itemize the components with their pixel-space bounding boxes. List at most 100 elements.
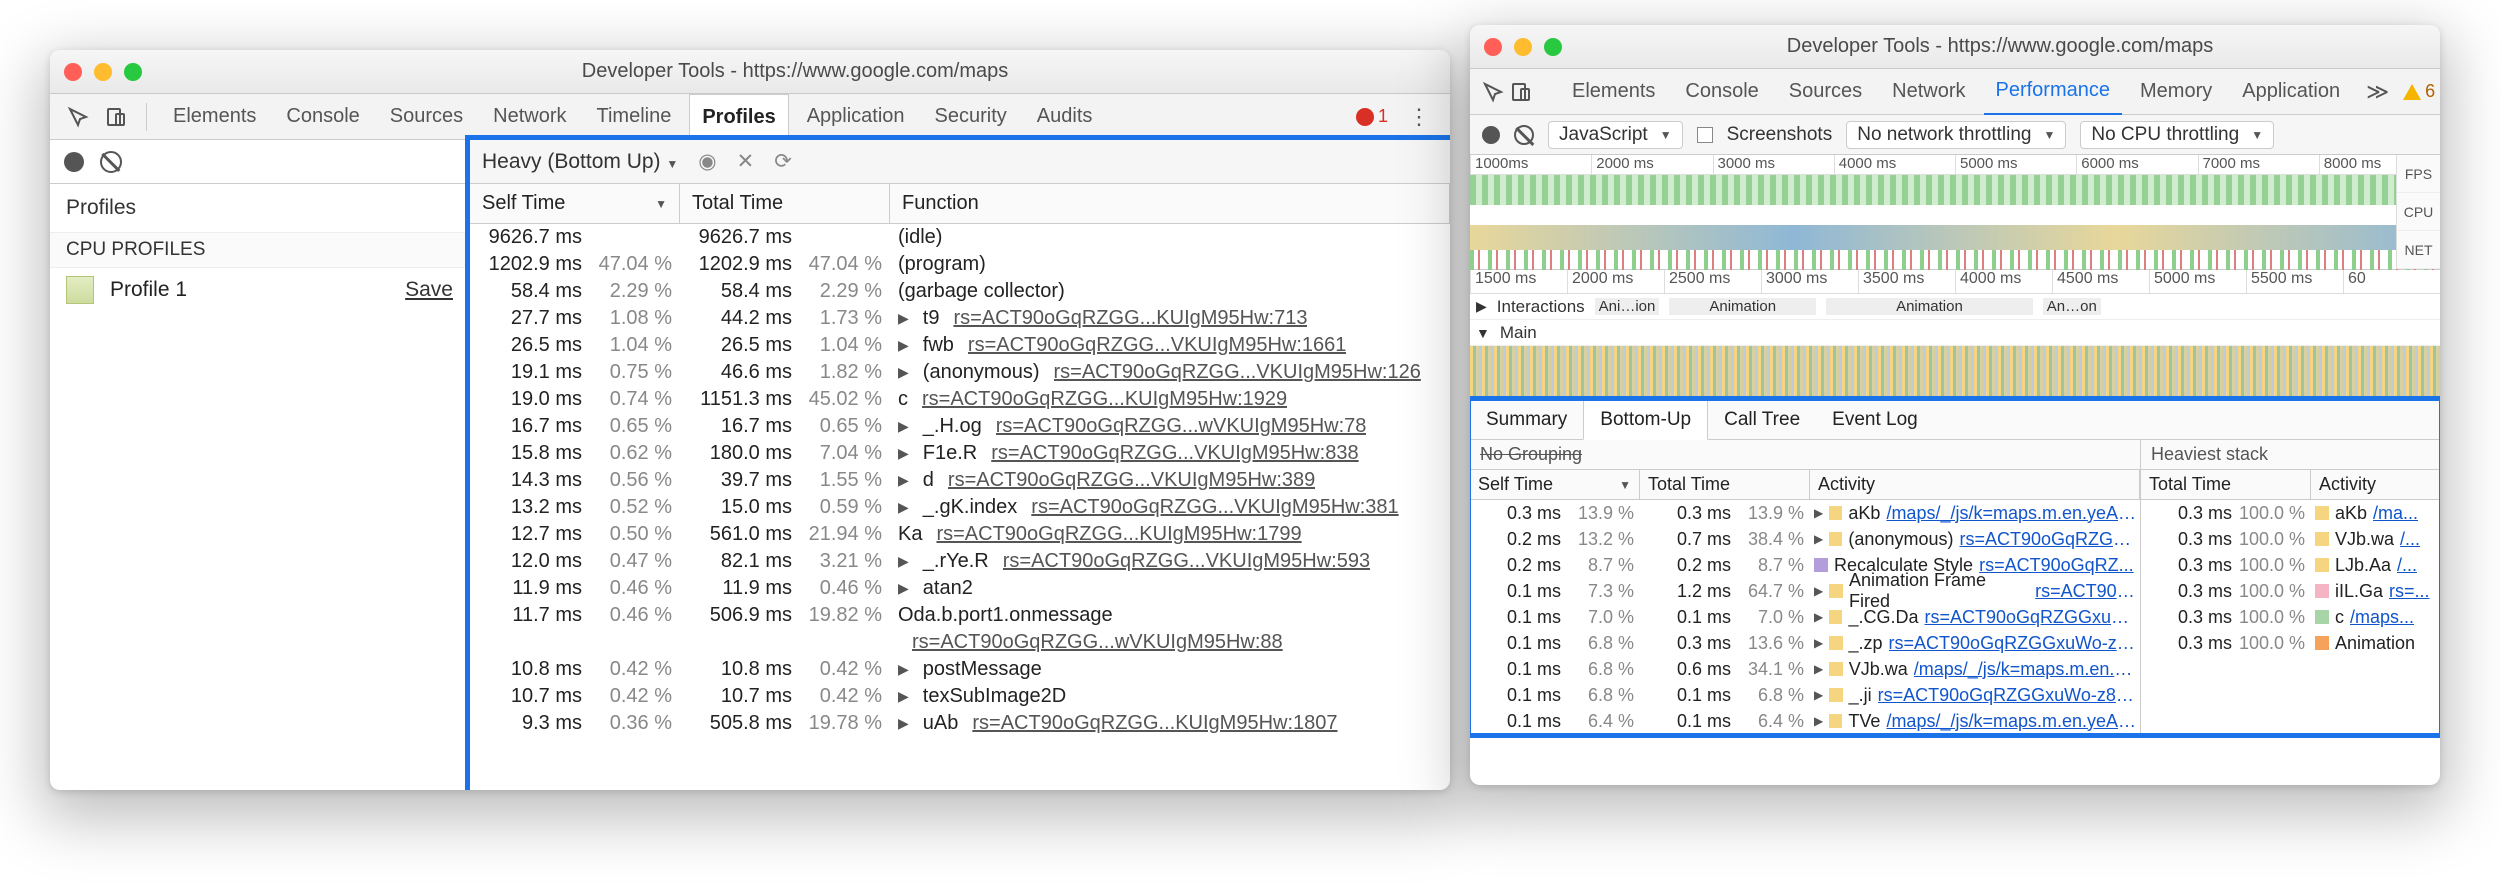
table-row[interactable]: 13.2 ms0.52 %15.0 ms0.59 %▶_.gK.indexrs=… xyxy=(470,494,1450,521)
focus-icon[interactable]: ◉ xyxy=(698,149,716,174)
mac-window-controls[interactable] xyxy=(64,63,142,81)
table-row[interactable]: 10.7 ms0.42 %10.7 ms0.42 %▶texSubImage2D xyxy=(470,683,1450,710)
tab-call-tree[interactable]: Call Tree xyxy=(1708,400,1816,439)
table-row[interactable]: 0.1 ms6.8 %0.1 ms6.8 %▶_.ji rs=ACT90oGqR… xyxy=(1470,682,2140,708)
warning-badge[interactable]: 6 xyxy=(2403,81,2435,102)
tab-elements[interactable]: Elements xyxy=(161,94,268,140)
flame-bars[interactable] xyxy=(1470,346,2440,400)
clear-icon[interactable] xyxy=(1514,125,1534,145)
close-icon[interactable] xyxy=(64,63,82,81)
col-activity[interactable]: Activity xyxy=(1810,470,2140,499)
tab-console[interactable]: Console xyxy=(1673,69,1770,115)
table-row[interactable]: 0.3 ms100.0 %LJb.Aa /... xyxy=(2141,552,2440,578)
table-row[interactable]: 14.3 ms0.56 %39.7 ms1.55 %▶drs=ACT90oGqR… xyxy=(470,467,1450,494)
view-mode-select[interactable]: Heavy (Bottom Up) ▼ xyxy=(482,150,678,174)
tab-summary[interactable]: Summary xyxy=(1470,400,1583,439)
table-row[interactable]: 10.8 ms0.42 %10.8 ms0.42 %▶postMessage xyxy=(470,656,1450,683)
devtools-window-old: Developer Tools - https://www.google.com… xyxy=(50,50,1450,790)
table-row[interactable]: 1202.9 ms47.04 %1202.9 ms47.04 %(program… xyxy=(470,251,1450,278)
profile-icon xyxy=(66,276,94,304)
minimize-icon[interactable] xyxy=(1514,38,1532,56)
table-row[interactable]: 0.1 ms7.3 %1.2 ms64.7 %▶Animation Frame … xyxy=(1470,578,2140,604)
col-function[interactable]: Function xyxy=(890,184,1450,223)
error-badge[interactable]: 1 xyxy=(1356,106,1388,127)
tab-performance[interactable]: Performance xyxy=(1984,69,2123,115)
clear-icon[interactable] xyxy=(100,151,122,173)
table-row[interactable]: 11.7 ms0.46 %506.9 ms19.82 %Oda.b.port1.… xyxy=(470,602,1450,629)
tab-security[interactable]: Security xyxy=(923,94,1019,140)
tab-audits[interactable]: Audits xyxy=(1025,94,1105,140)
table-row[interactable]: 0.3 ms100.0 %iIL.Ga rs=... xyxy=(2141,578,2440,604)
tab-profiles[interactable]: Profiles xyxy=(689,94,788,140)
close-icon[interactable] xyxy=(1484,38,1502,56)
zoom-icon[interactable] xyxy=(124,63,142,81)
table-row[interactable]: 0.1 ms6.4 %0.1 ms6.4 %▶TVe /maps/_/js/k=… xyxy=(1470,708,2140,734)
table-row[interactable]: 0.3 ms100.0 %VJb.wa /... xyxy=(2141,526,2440,552)
table-row[interactable]: 0.3 ms100.0 %c /maps... xyxy=(2141,604,2440,630)
record-icon[interactable] xyxy=(1482,126,1500,144)
tab-elements[interactable]: Elements xyxy=(1560,69,1667,115)
tab-event-log[interactable]: Event Log xyxy=(1816,400,1934,439)
overview-strip[interactable]: 1000ms2000 ms3000 ms4000 ms5000 ms6000 m… xyxy=(1470,155,2440,270)
col-activity[interactable]: Activity xyxy=(2311,470,2440,499)
col-total-time[interactable]: Total Time xyxy=(1640,470,1810,499)
col-total-time[interactable]: Total Time xyxy=(2141,470,2311,499)
titlebar: Developer Tools - https://www.google.com… xyxy=(1470,25,2440,69)
minimize-icon[interactable] xyxy=(94,63,112,81)
table-row[interactable]: 0.3 ms100.0 %Animation xyxy=(2141,630,2440,656)
flame-chart[interactable]: 1500 ms2000 ms2500 ms3000 ms3500 ms4000 … xyxy=(1470,270,2440,400)
kebab-menu-icon[interactable]: ⋮ xyxy=(1400,104,1438,130)
inspect-icon[interactable] xyxy=(1482,76,1504,108)
table-row[interactable]: 0.1 ms7.0 %0.1 ms7.0 %▶_.CG.Da rs=ACT90o… xyxy=(1470,604,2140,630)
table-row[interactable]: 19.0 ms0.74 %1151.3 ms45.02 %crs=ACT90oG… xyxy=(470,386,1450,413)
tab-application[interactable]: Application xyxy=(2230,69,2352,115)
profile-item[interactable]: Profile 1 Save xyxy=(50,268,469,312)
tab-sources[interactable]: Sources xyxy=(1777,69,1874,115)
table-row[interactable]: 0.1 ms6.8 %0.3 ms13.6 %▶_.zp rs=ACT90oGq… xyxy=(1470,630,2140,656)
category-select[interactable]: JavaScript▼ xyxy=(1548,121,1683,149)
tab-bottom-up[interactable]: Bottom-Up xyxy=(1583,400,1708,440)
col-self-time[interactable]: Self Time▼ xyxy=(1470,470,1640,499)
table-row[interactable]: 11.9 ms0.46 %11.9 ms0.46 %▶atan2 xyxy=(470,575,1450,602)
tab-memory[interactable]: Memory xyxy=(2128,69,2224,115)
inspect-icon[interactable] xyxy=(62,101,94,133)
table-row[interactable]: 12.0 ms0.47 %82.1 ms3.21 %▶_.rYe.Rrs=ACT… xyxy=(470,548,1450,575)
table-row[interactable]: 26.5 ms1.04 %26.5 ms1.04 %▶fwbrs=ACT90oG… xyxy=(470,332,1450,359)
table-row[interactable]: 27.7 ms1.08 %44.2 ms1.73 %▶t9rs=ACT90oGq… xyxy=(470,305,1450,332)
more-tabs-icon[interactable]: ≫ xyxy=(2358,79,2397,105)
profile-rows: 9626.7 ms9626.7 ms(idle)1202.9 ms47.04 %… xyxy=(470,224,1450,737)
table-row[interactable]: rs=ACT90oGqRZGG...wVKUIgM95Hw:88 xyxy=(470,629,1450,656)
zoom-icon[interactable] xyxy=(1544,38,1562,56)
tab-network[interactable]: Network xyxy=(481,94,578,140)
refresh-icon[interactable]: ⟳ xyxy=(774,149,792,174)
table-row[interactable]: 0.3 ms13.9 %0.3 ms13.9 %▶aKb /maps/_/js/… xyxy=(1470,500,2140,526)
close-icon[interactable]: ✕ xyxy=(737,149,755,174)
profile-name: Profile 1 xyxy=(110,278,187,302)
mac-window-controls[interactable] xyxy=(1484,38,1562,56)
table-row[interactable]: 12.7 ms0.50 %561.0 ms21.94 %Kars=ACT90oG… xyxy=(470,521,1450,548)
network-throttle-select[interactable]: No network throttling▼ xyxy=(1846,121,2066,149)
tab-timeline[interactable]: Timeline xyxy=(585,94,684,140)
cpu-throttle-select[interactable]: No CPU throttling▼ xyxy=(2080,121,2274,149)
table-row[interactable]: 15.8 ms0.62 %180.0 ms7.04 %▶F1e.Rrs=ACT9… xyxy=(470,440,1450,467)
col-self-time[interactable]: Self Time▼ xyxy=(470,184,680,223)
table-row[interactable]: 19.1 ms0.75 %46.6 ms1.82 %▶(anonymous)rs… xyxy=(470,359,1450,386)
screenshots-checkbox[interactable] xyxy=(1697,127,1713,143)
col-total-time[interactable]: Total Time xyxy=(680,184,890,223)
table-row[interactable]: 0.3 ms100.0 %aKb /ma... xyxy=(2141,500,2440,526)
tab-console[interactable]: Console xyxy=(274,94,371,140)
table-row[interactable]: 9626.7 ms9626.7 ms(idle) xyxy=(470,224,1450,251)
device-icon[interactable] xyxy=(100,101,132,133)
save-link[interactable]: Save xyxy=(405,278,453,302)
grouping-select[interactable]: No Grouping xyxy=(1470,440,2140,470)
device-icon[interactable] xyxy=(1510,76,1532,108)
table-row[interactable]: 0.1 ms6.8 %0.6 ms34.1 %▶VJb.wa /maps/_/j… xyxy=(1470,656,2140,682)
table-row[interactable]: 9.3 ms0.36 %505.8 ms19.78 %▶uAbrs=ACT90o… xyxy=(470,710,1450,737)
tab-application[interactable]: Application xyxy=(795,94,917,140)
tab-sources[interactable]: Sources xyxy=(378,94,475,140)
table-row[interactable]: 58.4 ms2.29 %58.4 ms2.29 %(garbage colle… xyxy=(470,278,1450,305)
record-icon[interactable] xyxy=(64,152,84,172)
tab-network[interactable]: Network xyxy=(1880,69,1977,115)
table-row[interactable]: 16.7 ms0.65 %16.7 ms0.65 %▶_.H.ogrs=ACT9… xyxy=(470,413,1450,440)
table-row[interactable]: 0.2 ms13.2 %0.7 ms38.4 %▶(anonymous) rs=… xyxy=(1470,526,2140,552)
